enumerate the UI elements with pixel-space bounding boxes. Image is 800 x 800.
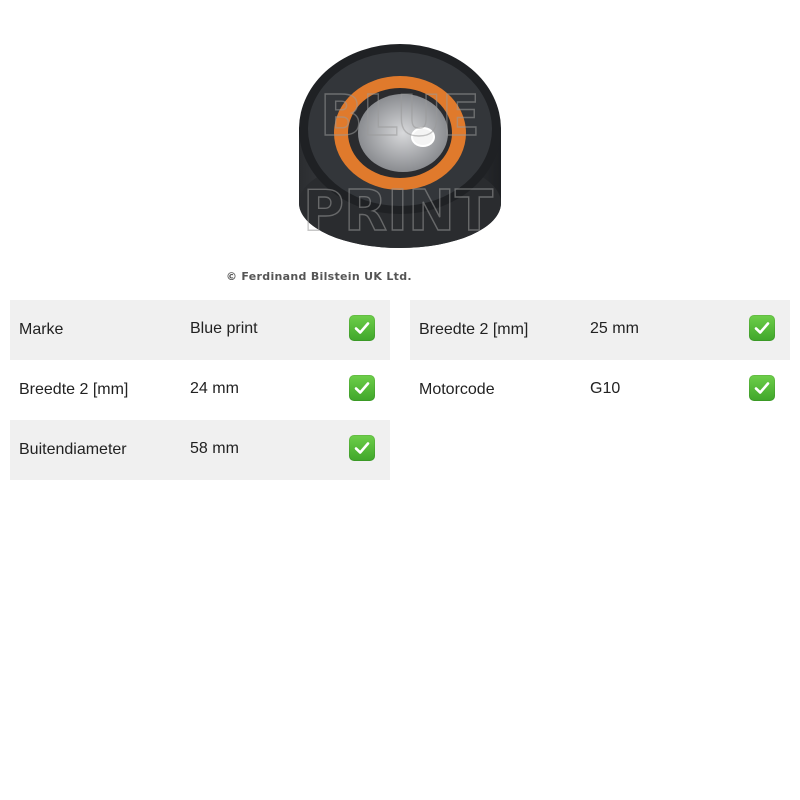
spec-value: Blue print [190, 320, 258, 337]
specs-table-right: Breedte 2 [mm] 25 mm Motorcode G10 [410, 300, 790, 420]
product-image: BLUE PRINT [225, 25, 575, 290]
check-icon [749, 375, 775, 401]
check-icon [349, 315, 375, 341]
watermark-line-2: PRINT [303, 179, 493, 244]
check-icon [749, 315, 775, 341]
pulley-illustration: BLUE PRINT [299, 44, 501, 248]
specs-table-left: Marke Blue print Breedte 2 [mm] 24 mm Bu… [10, 300, 390, 480]
spec-value: 24 mm [190, 380, 239, 397]
spec-value: G10 [590, 380, 621, 397]
spec-label: Buitendiameter [19, 441, 127, 458]
spec-value: 25 mm [590, 320, 639, 337]
image-copyright: © Ferdinand Bilstein UK Ltd. [226, 270, 412, 283]
check-icon [349, 435, 375, 461]
spec-row: Motorcode G10 [410, 360, 790, 420]
spec-label: Marke [19, 321, 64, 338]
spec-value: 58 mm [190, 440, 239, 457]
spec-label: Breedte 2 [mm] [419, 321, 529, 338]
spec-row: Breedte 2 [mm] 25 mm [410, 300, 790, 360]
spec-row: Breedte 2 [mm] 24 mm [10, 360, 390, 420]
spec-label: Motorcode [419, 381, 495, 398]
spec-row: Buitendiameter 58 mm [10, 420, 390, 480]
watermark-line-1: BLUE [320, 84, 480, 149]
spec-label: Breedte 2 [mm] [19, 381, 129, 398]
spec-row: Marke Blue print [10, 300, 390, 360]
check-icon [349, 375, 375, 401]
